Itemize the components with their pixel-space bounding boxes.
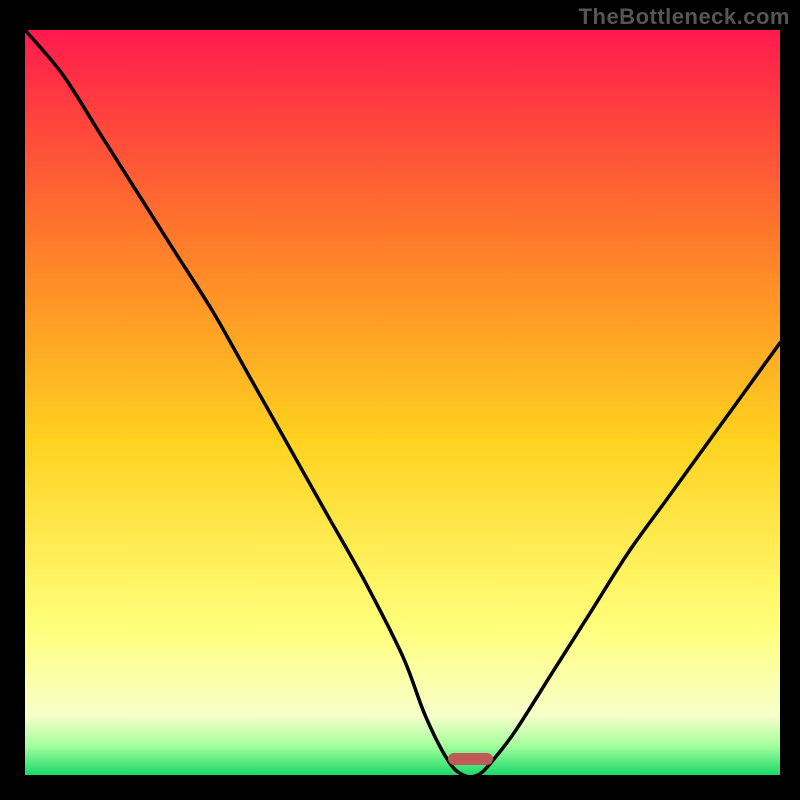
- chart-frame: TheBottleneck.com: [0, 0, 800, 800]
- attribution-text: TheBottleneck.com: [579, 4, 790, 30]
- curve-layer: [25, 30, 780, 775]
- plot-area: [25, 30, 780, 775]
- bottleneck-curve: [25, 30, 780, 775]
- optimal-marker: [448, 753, 493, 765]
